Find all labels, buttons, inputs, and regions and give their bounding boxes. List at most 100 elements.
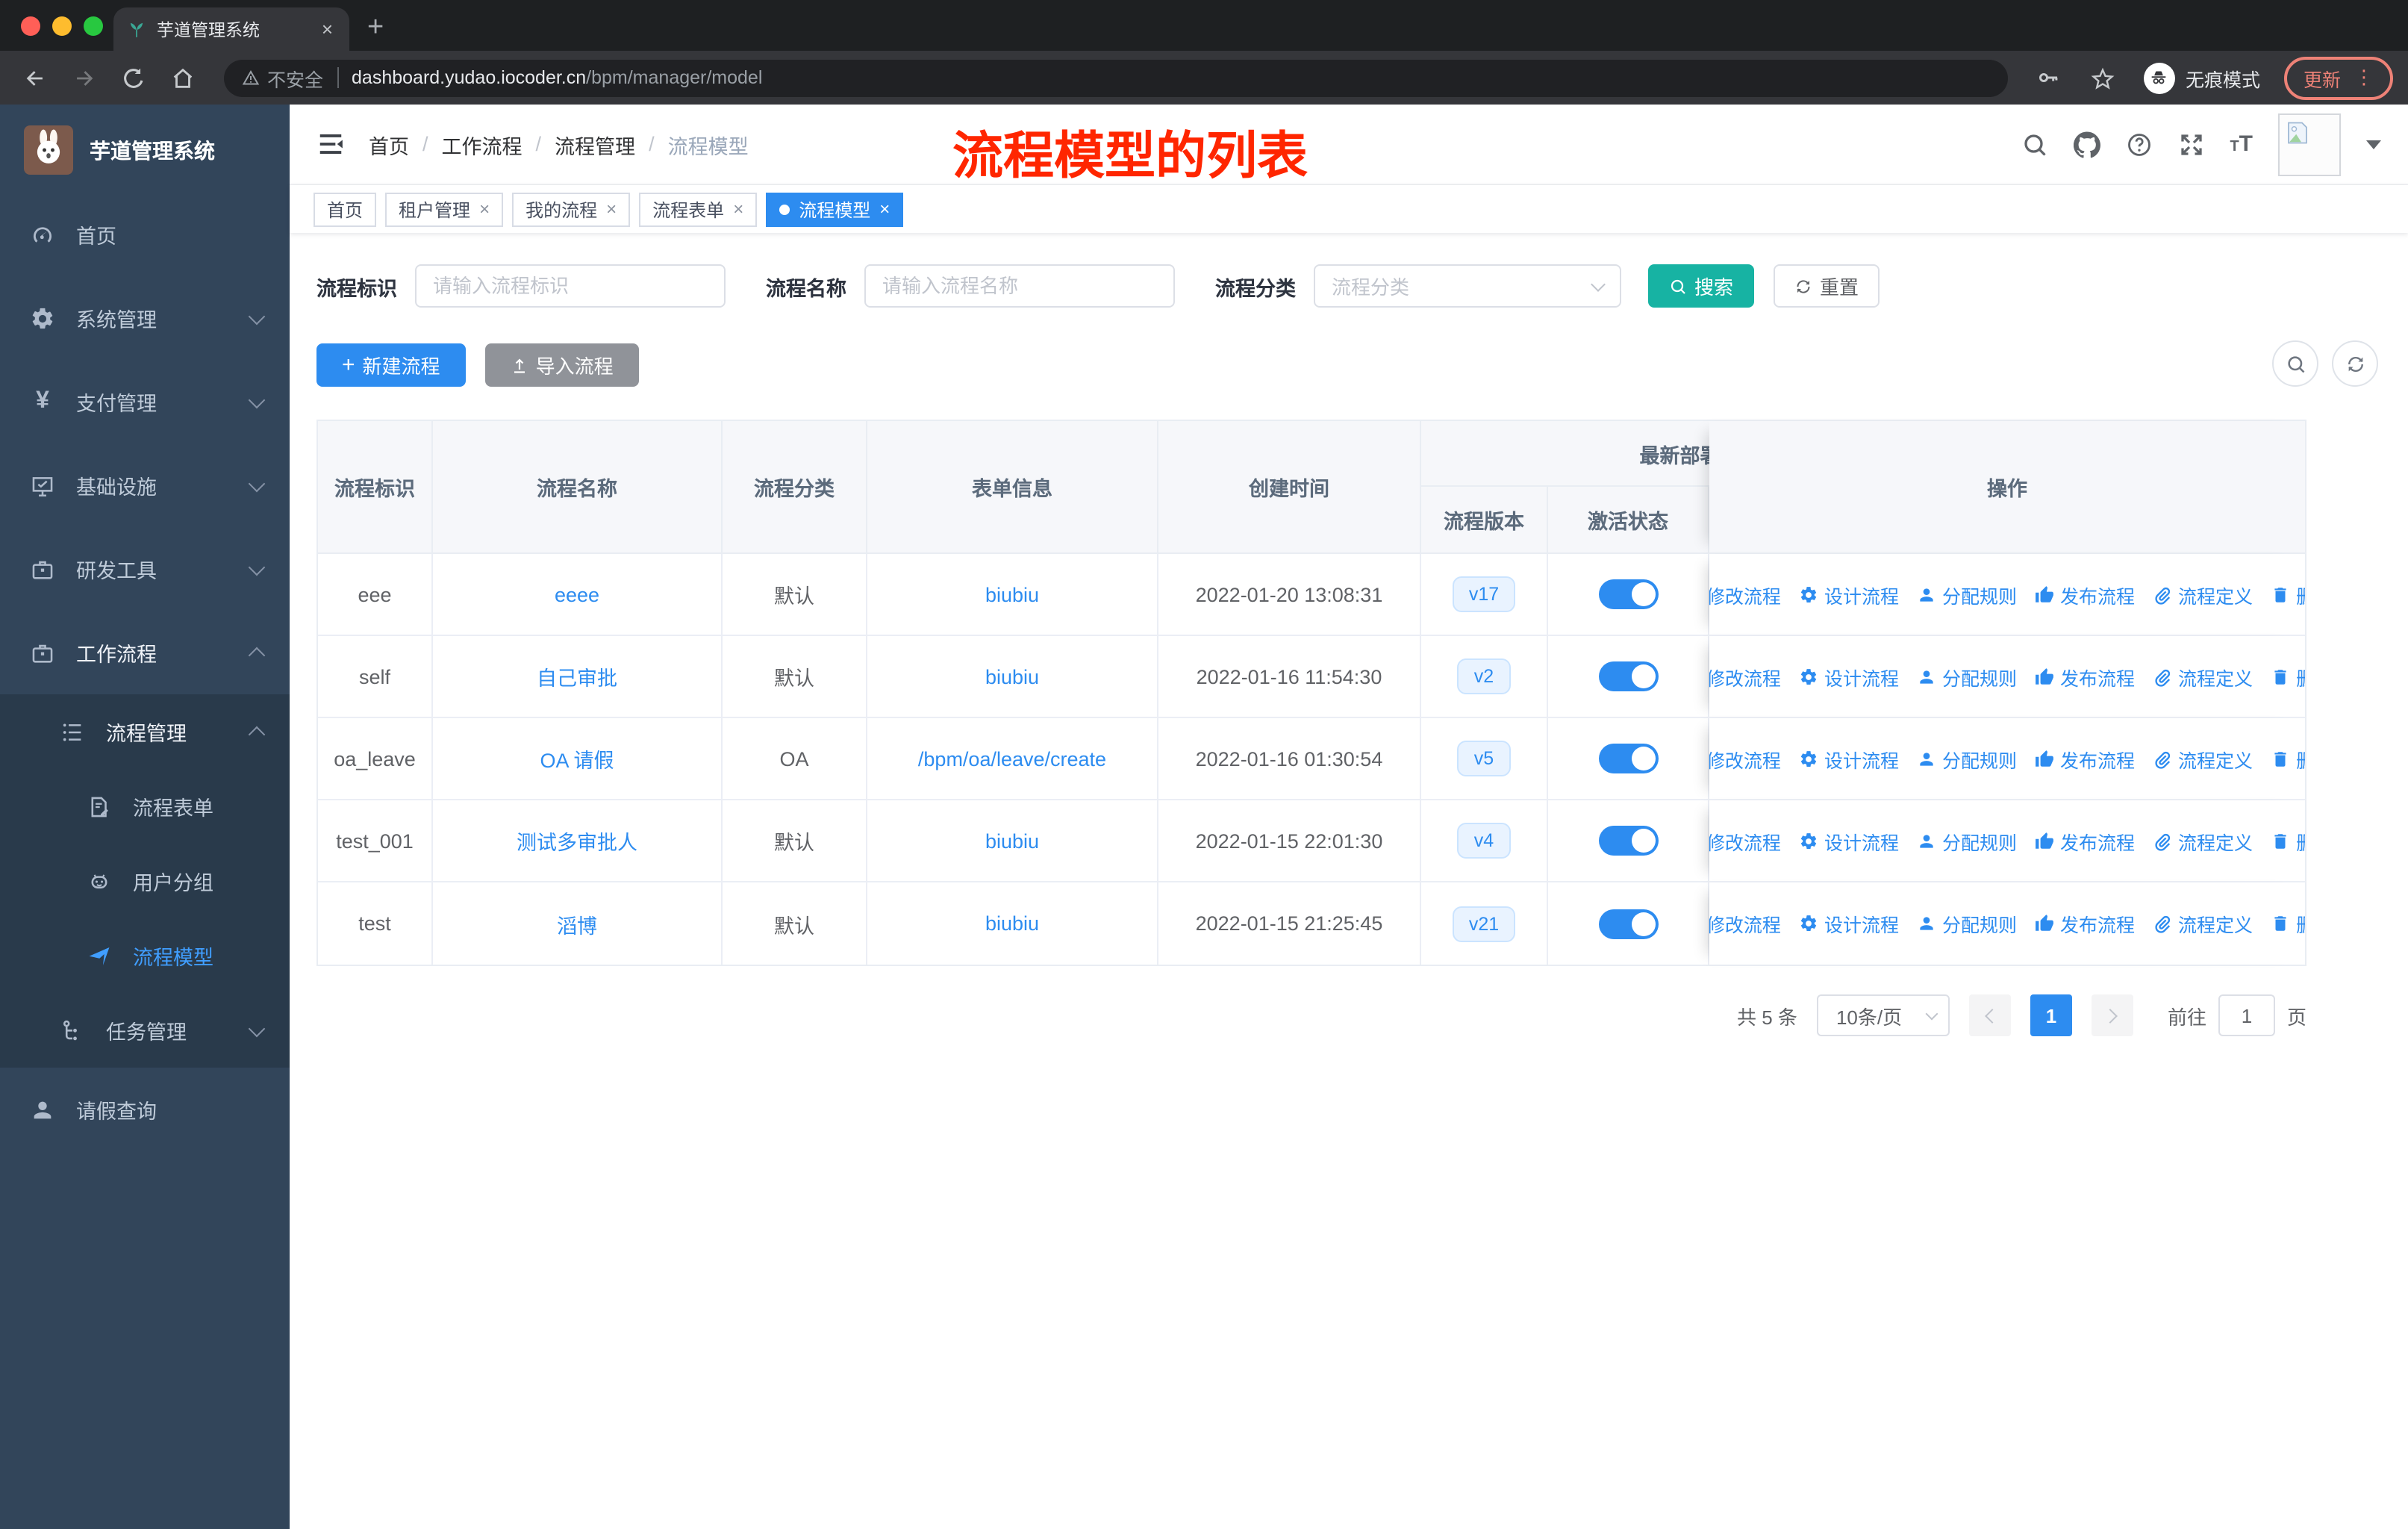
action-edit-link[interactable]: 修改流程 [1709,662,1781,691]
action-trash-link[interactable]: 删除 [2271,909,2305,938]
action-gear-link[interactable]: 设计流程 [1799,662,1899,691]
font-size-icon[interactable]: TT [2230,131,2253,157]
form-info-link[interactable]: /bpm/oa/leave/create [918,747,1106,770]
action-edit-link[interactable]: 修改流程 [1709,744,1781,773]
process-name-link[interactable]: 滔博 [557,909,597,938]
url-bar[interactable]: 不安全 dashboard.yudao.iocoder.cn /bpm/mana… [224,59,2008,96]
sidebar-item-payment[interactable]: ¥ 支付管理 [0,360,290,443]
page-size-select[interactable]: 10条/页 [1816,994,1950,1036]
search-button[interactable]: 搜索 [1648,264,1755,308]
tag-close-icon[interactable]: × [733,199,743,219]
sidebar-item-home[interactable]: 首页 [0,193,290,276]
tag-close-icon[interactable]: × [479,199,490,219]
bookmark-star-icon[interactable] [2090,65,2115,90]
update-button[interactable]: 更新 ⋮ [2283,56,2393,99]
process-name-input[interactable] [864,264,1175,308]
tag-home[interactable]: 首页 [314,192,377,226]
tag-process-model[interactable]: 流程模型 × [766,192,904,226]
back-icon[interactable] [22,65,48,90]
action-link-link[interactable]: 流程定义 [2153,580,2253,608]
action-user-link[interactable]: 分配规则 [1917,744,2017,773]
action-user-link[interactable]: 分配规则 [1917,909,2017,938]
sidebar-item-infrastructure[interactable]: 基础设施 [0,443,290,527]
active-status-toggle[interactable] [1598,909,1658,938]
process-name-link[interactable]: 测试多审批人 [517,826,637,856]
action-trash-link[interactable]: 删除 [2271,744,2305,773]
sidebar-item-process-form[interactable]: 流程表单 [0,769,290,844]
sidebar-collapse-icon[interactable] [316,130,345,158]
action-user-link[interactable]: 分配规则 [1917,580,2017,608]
fullscreen-icon[interactable] [2177,131,2204,158]
zoom-window-button[interactable] [84,16,103,36]
action-edit-link[interactable]: 修改流程 [1709,580,1781,608]
forward-icon[interactable] [72,65,97,90]
minimize-window-button[interactable] [52,16,72,36]
sidebar-item-task-management[interactable]: 任务管理 [0,993,290,1068]
action-edit-link[interactable]: 修改流程 [1709,826,1781,855]
tag-tenant[interactable]: 租户管理 × [385,192,504,226]
action-trash-link[interactable]: 删除 [2271,826,2305,855]
github-icon[interactable] [2073,131,2100,158]
action-link-link[interactable]: 流程定义 [2153,662,2253,691]
active-status-toggle[interactable] [1598,744,1658,773]
home-icon[interactable] [170,65,196,90]
action-trash-link[interactable]: 删除 [2271,662,2305,691]
tab-close-icon[interactable]: × [319,18,336,40]
tag-close-icon[interactable]: × [879,199,890,219]
form-info-link[interactable]: biubiu [985,583,1039,605]
action-publish-link[interactable]: 发布流程 [2035,909,2135,938]
process-name-link[interactable]: OA 请假 [540,744,614,773]
refresh-table-button[interactable] [2332,340,2378,387]
process-name-link[interactable]: 自己审批 [537,661,617,691]
action-gear-link[interactable]: 设计流程 [1799,744,1899,773]
action-publish-link[interactable]: 发布流程 [2035,580,2135,608]
sidebar-item-workflow[interactable]: 工作流程 [0,611,290,694]
not-secure-label[interactable]: 不安全 [267,63,323,92]
sidebar-item-user-group[interactable]: 用户分组 [0,844,290,918]
action-gear-link[interactable]: 设计流程 [1799,826,1899,855]
app-logo[interactable]: 芋道管理系统 [0,105,290,193]
active-status-toggle[interactable] [1598,826,1658,856]
goto-page-input[interactable] [2218,994,2275,1036]
sidebar-item-process-model[interactable]: 流程模型 [0,918,290,993]
help-icon[interactable] [2125,131,2152,158]
action-edit-link[interactable]: 修改流程 [1709,909,1781,938]
current-page-button[interactable]: 1 [2030,994,2072,1036]
action-publish-link[interactable]: 发布流程 [2035,662,2135,691]
form-info-link[interactable]: biubiu [985,912,1039,935]
sidebar-item-dev-tools[interactable]: 研发工具 [0,527,290,611]
action-link-link[interactable]: 流程定义 [2153,744,2253,773]
avatar[interactable] [2278,113,2341,175]
create-process-button[interactable]: + 新建流程 [316,343,466,387]
sidebar-item-system[interactable]: 系统管理 [0,276,290,360]
browser-menu-icon[interactable]: ⋮ [2354,66,2374,90]
action-trash-link[interactable]: 删除 [2271,580,2305,608]
key-icon[interactable] [2036,66,2060,90]
action-link-link[interactable]: 流程定义 [2153,909,2253,938]
show-search-button[interactable] [2272,340,2318,387]
close-window-button[interactable] [21,16,40,36]
tag-my-process[interactable]: 我的流程 × [512,192,631,226]
active-status-toggle[interactable] [1598,661,1658,691]
sidebar-item-leave-query[interactable]: 请假查询 [0,1068,290,1151]
reset-button[interactable]: 重置 [1774,264,1880,308]
action-user-link[interactable]: 分配规则 [1917,662,2017,691]
action-link-link[interactable]: 流程定义 [2153,826,2253,855]
reload-icon[interactable] [121,65,146,90]
action-user-link[interactable]: 分配规则 [1917,826,2017,855]
action-publish-link[interactable]: 发布流程 [2035,744,2135,773]
prev-page-button[interactable] [1968,994,2011,1036]
next-page-button[interactable] [2091,994,2133,1036]
window-controls[interactable] [21,16,103,36]
browser-tab[interactable]: 芋道管理系统 × [113,7,349,51]
process-id-input[interactable] [415,264,726,308]
sidebar-item-process-management[interactable]: 流程管理 [0,694,290,769]
action-publish-link[interactable]: 发布流程 [2035,826,2135,855]
category-select[interactable]: 流程分类 [1314,264,1621,308]
action-gear-link[interactable]: 设计流程 [1799,580,1899,608]
tag-close-icon[interactable]: × [606,199,617,219]
tag-process-form[interactable]: 流程表单 × [639,192,758,226]
search-icon[interactable] [2021,131,2047,158]
form-info-link[interactable]: biubiu [985,665,1039,688]
import-process-button[interactable]: 导入流程 [484,343,639,387]
